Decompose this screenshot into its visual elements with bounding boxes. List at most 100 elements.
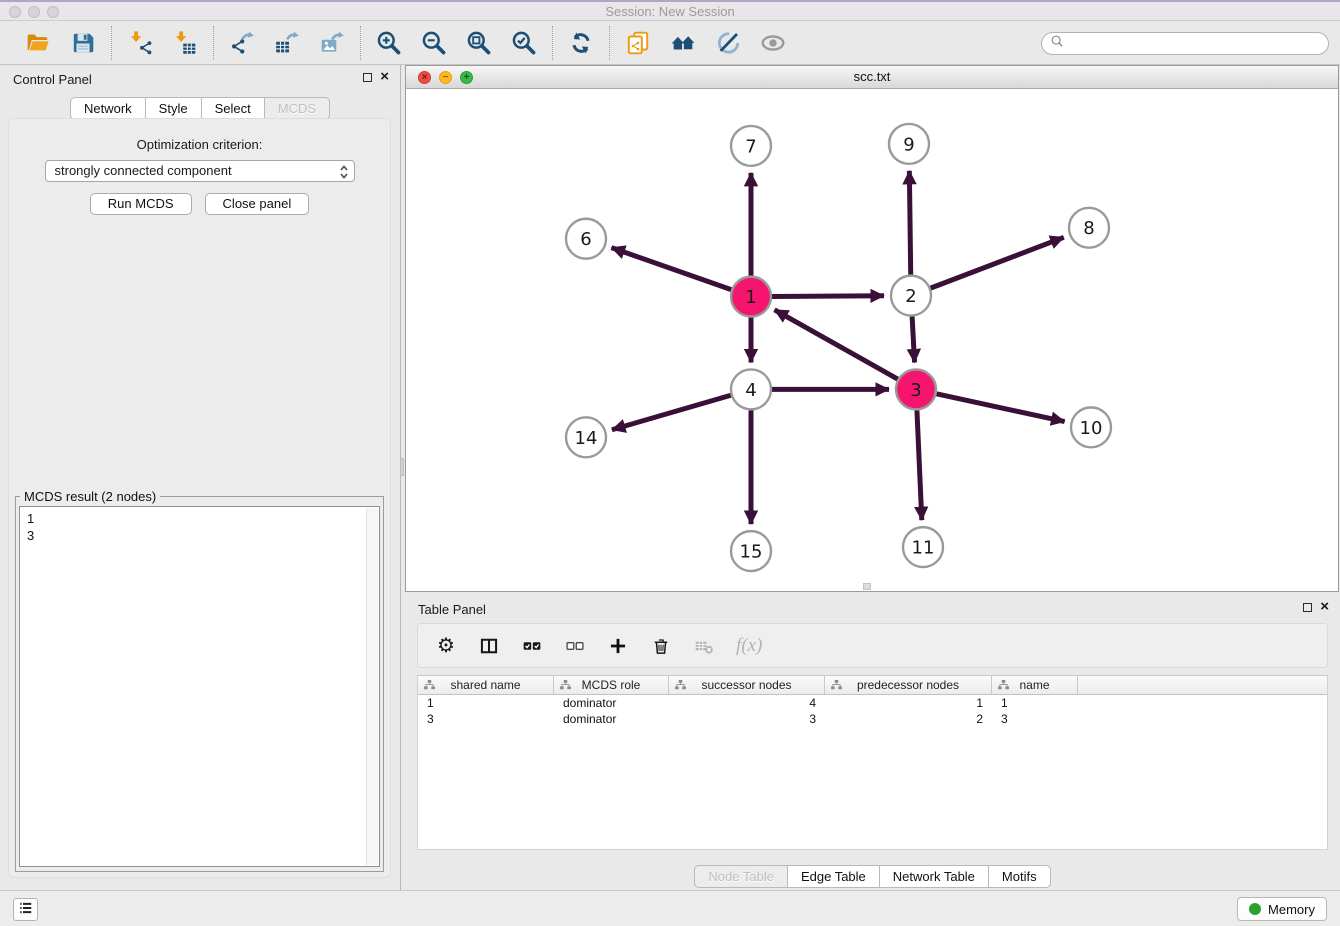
graph-node-label: 11 (912, 538, 935, 559)
table-cell[interactable]: 4 (669, 695, 825, 711)
task-history-button[interactable] (13, 898, 38, 921)
graph-node-label: 4 (745, 380, 756, 401)
zoom-in-icon[interactable] (375, 29, 403, 57)
clone-network-icon[interactable] (624, 29, 652, 57)
float-table-panel-icon[interactable] (1303, 603, 1312, 612)
search-input[interactable] (1068, 37, 1320, 51)
tab-network[interactable]: Network (70, 97, 146, 120)
zoom-selected-icon[interactable] (510, 29, 538, 57)
home-icon[interactable] (669, 29, 697, 57)
memory-button[interactable]: Memory (1237, 897, 1327, 921)
column-header-predecessor-nodes[interactable]: predecessor nodes (825, 676, 992, 694)
delete-table-icon (693, 636, 715, 656)
mcds-result-group: MCDS result (2 nodes) 1 3 (15, 489, 384, 872)
graph-node-label: 7 (745, 136, 756, 157)
network-window-titlebar[interactable]: × − + scc.txt (406, 66, 1338, 89)
table-tabs: Node TableEdge TableNetwork TableMotifs (405, 865, 1340, 888)
add-column-icon[interactable] (607, 636, 629, 656)
float-panel-icon[interactable] (363, 73, 372, 82)
column-type-icon (831, 680, 842, 690)
column-type-icon (424, 680, 435, 690)
close-panel-icon[interactable]: × (380, 71, 389, 83)
table-cell[interactable]: 2 (825, 711, 992, 727)
tab-edge-table[interactable]: Edge Table (788, 865, 880, 888)
panel-splitter-grip[interactable] (400, 458, 404, 476)
run-mcds-button[interactable]: Run MCDS (90, 193, 192, 215)
import-network-icon[interactable] (126, 29, 154, 57)
table-cell[interactable]: dominator (554, 695, 669, 711)
tab-mcds[interactable]: MCDS (265, 97, 330, 120)
table-cell[interactable]: 3 (992, 711, 1078, 727)
table-row[interactable]: 3dominator323 (418, 711, 1327, 727)
export-table-icon[interactable] (273, 29, 301, 57)
export-network-icon[interactable] (228, 29, 256, 57)
graph-edge-2-3[interactable] (912, 317, 914, 363)
criterion-select[interactable]: strongly connected component (45, 160, 355, 182)
mcds-result-list[interactable]: 1 3 (19, 506, 380, 867)
import-table-icon[interactable] (171, 29, 199, 57)
result-scrollbar[interactable] (366, 508, 378, 865)
graph-edge-3-1[interactable] (775, 310, 898, 379)
select-stepper-icon (339, 163, 349, 187)
column-header-MCDS-role[interactable]: MCDS role (554, 676, 669, 694)
tab-style[interactable]: Style (146, 97, 202, 120)
visual-style-icon[interactable] (714, 29, 742, 57)
network-minimize-button[interactable]: − (439, 71, 452, 84)
close-table-panel-icon[interactable]: × (1320, 601, 1329, 613)
column-header-successor-nodes[interactable]: successor nodes (669, 676, 825, 694)
memory-status-icon (1249, 903, 1261, 915)
open-file-icon[interactable] (24, 29, 52, 57)
graph-edge-3-10[interactable] (937, 394, 1065, 422)
table-cell[interactable]: dominator (554, 711, 669, 727)
table-cell[interactable]: 1 (992, 695, 1078, 711)
function-builder-icon: f(x) (736, 635, 762, 657)
window-titlebar: Session: New Session (0, 0, 1340, 21)
criterion-select-value: strongly connected component (55, 163, 232, 178)
tab-node-table[interactable]: Node Table (694, 865, 788, 888)
mcds-result-title: MCDS result (2 nodes) (20, 489, 160, 504)
zoom-fit-icon[interactable] (465, 29, 493, 57)
export-image-icon[interactable] (318, 29, 346, 57)
graph-edge-4-14[interactable] (612, 395, 731, 430)
deselect-all-icon[interactable] (564, 636, 586, 656)
table-cell[interactable]: 1 (418, 695, 554, 711)
list-icon (17, 899, 35, 920)
window-close-button[interactable] (9, 6, 21, 18)
application-window: Session: New Session Control Panel × Net… (0, 0, 1340, 926)
table-cell[interactable]: 3 (418, 711, 554, 727)
network-close-button[interactable]: × (418, 71, 431, 84)
graph-node-label: 8 (1083, 218, 1094, 239)
column-header-name[interactable]: name (992, 676, 1078, 694)
table-cell[interactable]: 3 (669, 711, 825, 727)
network-canvas[interactable]: 1234678910111415 (406, 89, 1338, 591)
column-header-shared-name[interactable]: shared name (418, 676, 554, 694)
graph-edge-1-2[interactable] (772, 296, 884, 297)
search-box[interactable] (1041, 32, 1329, 55)
graph-edge-2-8[interactable] (931, 237, 1064, 288)
table-cell[interactable]: 1 (825, 695, 992, 711)
network-maximize-button[interactable]: + (460, 71, 473, 84)
tab-network-table[interactable]: Network Table (880, 865, 989, 888)
settings-gear-icon[interactable]: ⚙ (435, 636, 457, 656)
table-toolbar: ⚙ f(x) (417, 623, 1328, 668)
graph-edge-1-6[interactable] (611, 248, 731, 290)
control-panel-tabs: NetworkStyleSelectMCDS (0, 97, 400, 120)
splitter-handle[interactable] (863, 583, 871, 590)
table-row[interactable]: 1dominator411 (418, 695, 1327, 711)
graph-node-label: 14 (575, 428, 598, 449)
status-bar: Memory (0, 890, 1340, 926)
save-session-icon[interactable] (69, 29, 97, 57)
graph-edge-3-11[interactable] (917, 410, 922, 520)
window-zoom-button[interactable] (47, 6, 59, 18)
show-columns-icon[interactable] (478, 636, 500, 656)
graph-edge-2-9[interactable] (909, 171, 910, 275)
delete-column-icon[interactable] (650, 636, 672, 656)
refresh-icon[interactable] (567, 29, 595, 57)
tab-motifs[interactable]: Motifs (989, 865, 1051, 888)
close-panel-button[interactable]: Close panel (205, 193, 310, 215)
zoom-out-icon[interactable] (420, 29, 448, 57)
window-minimize-button[interactable] (28, 6, 40, 18)
tab-select[interactable]: Select (202, 97, 265, 120)
select-all-icon[interactable] (521, 636, 543, 656)
column-header-label: predecessor nodes (857, 678, 959, 692)
